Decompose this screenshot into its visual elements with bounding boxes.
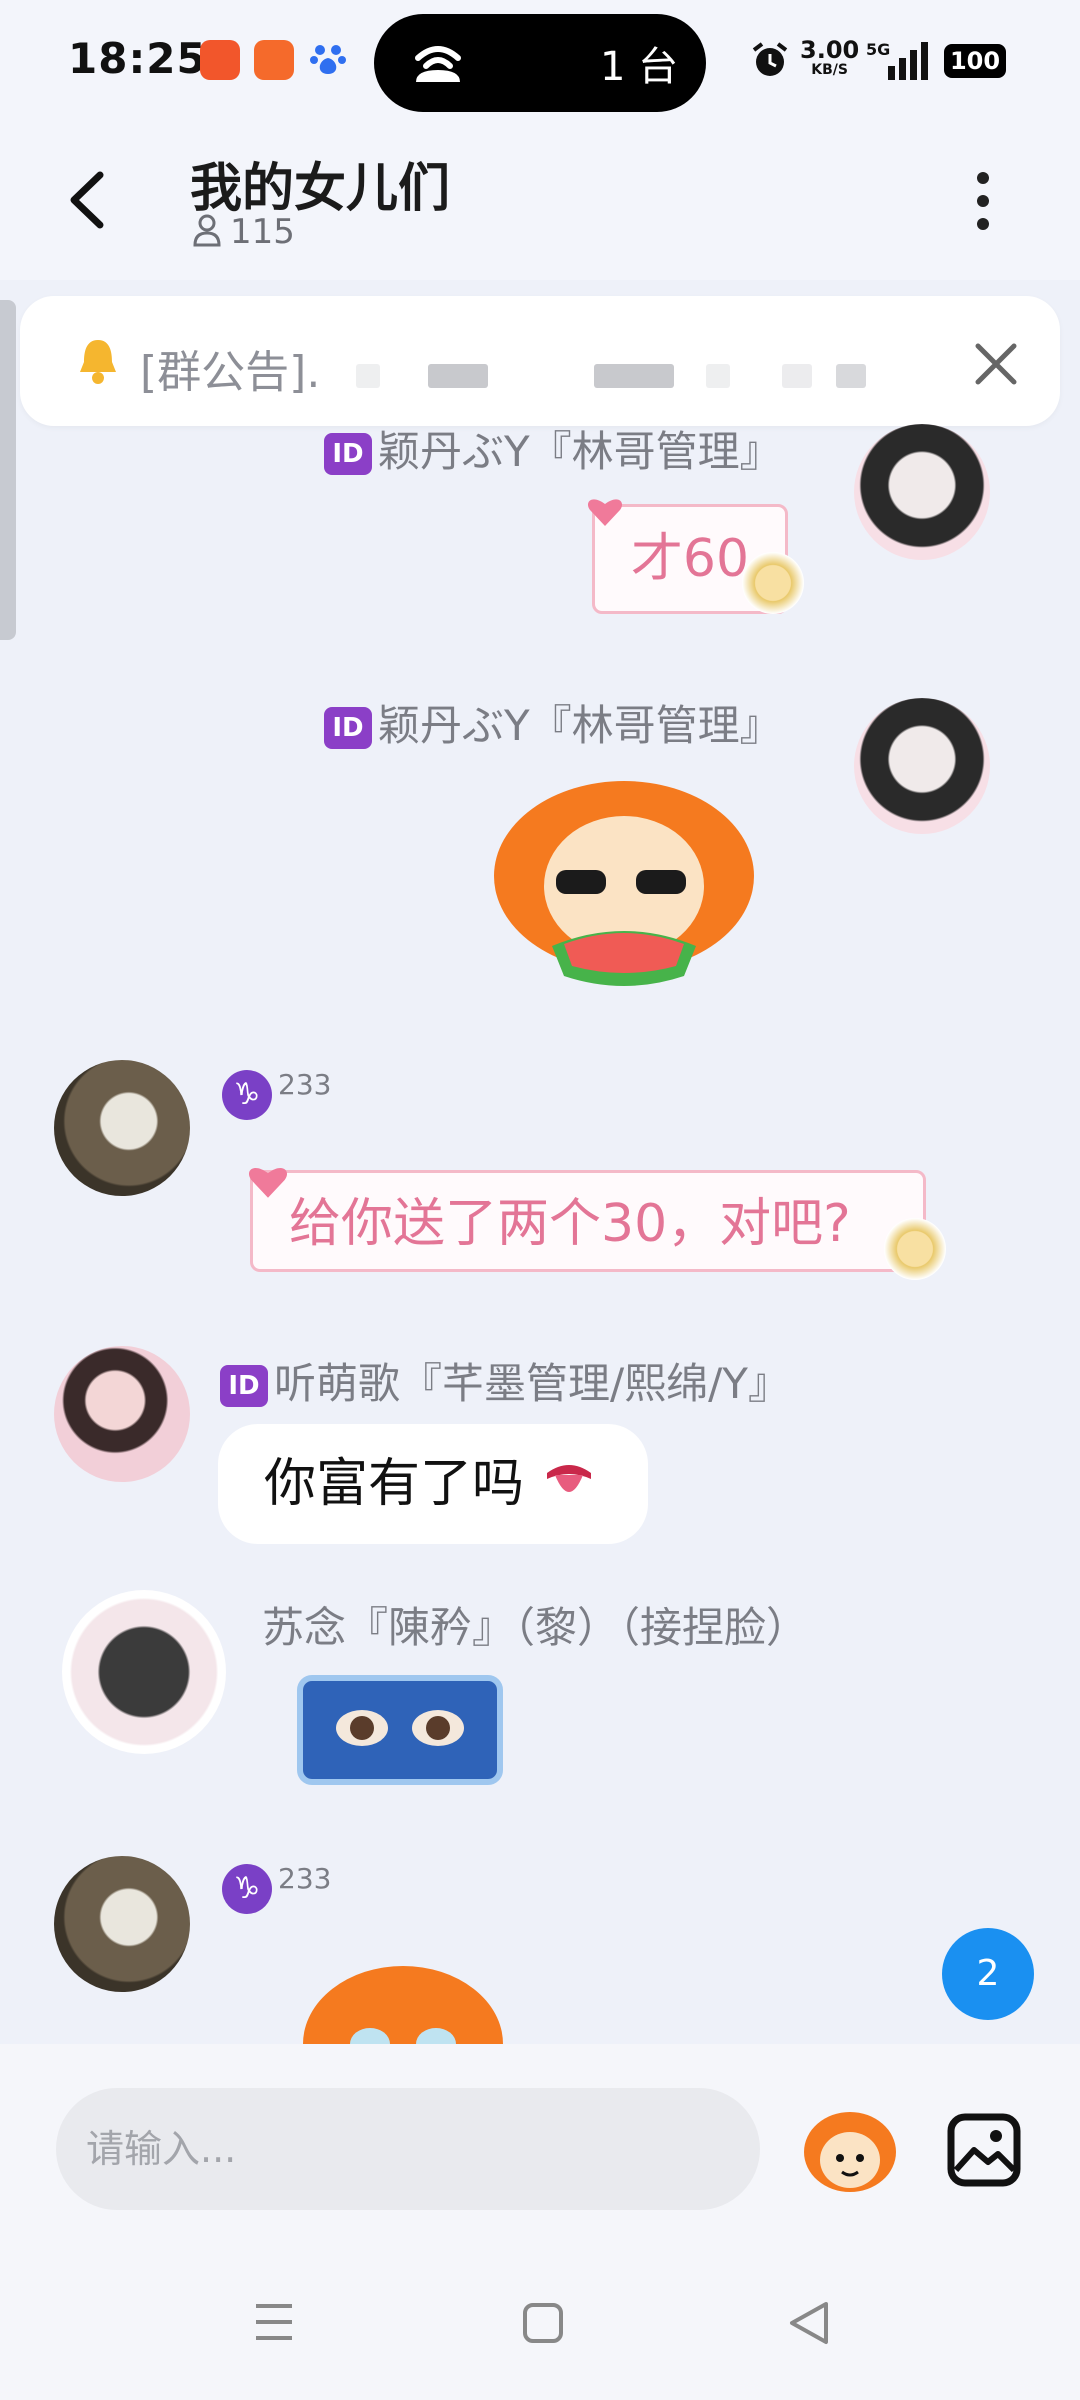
person-icon xyxy=(192,213,222,256)
sender-name[interactable]: ID 听萌歌『芊墨管理/熙绵/Y』 xyxy=(220,1350,790,1411)
tongue-emoji-icon xyxy=(541,1432,597,1552)
user-avatar[interactable] xyxy=(854,424,990,560)
bell-icon xyxy=(76,336,120,386)
chibi-decoration-icon xyxy=(742,552,804,614)
announcement-text: [群公告]. xyxy=(140,347,321,398)
image-button[interactable] xyxy=(946,2112,1022,2188)
signal-icon xyxy=(884,42,934,80)
sender-name[interactable]: ID 颖丹ぶY『林哥管理』 xyxy=(324,418,782,479)
id-badge-icon: ID xyxy=(220,1365,268,1407)
watermelon-sticker[interactable] xyxy=(484,766,764,1006)
menu-nav-icon[interactable] xyxy=(252,2300,296,2344)
battery-indicator: 100 xyxy=(944,44,1006,78)
message-text: 才60 xyxy=(630,529,750,589)
redacted-text xyxy=(428,364,488,388)
user-avatar[interactable] xyxy=(62,1590,226,1754)
sender-name[interactable]: 苏念『陳矜』（黎）（接捏脸） xyxy=(262,1594,808,1655)
sticker-button[interactable] xyxy=(800,2106,900,2198)
group-title: 我的女儿们 xyxy=(190,159,451,219)
sender-name-text: 颖丹ぶY『林哥管理』 xyxy=(378,427,782,476)
back-nav-icon[interactable] xyxy=(786,2300,832,2346)
id-badge-icon: ID xyxy=(324,707,372,749)
user-avatar[interactable] xyxy=(854,698,990,834)
sender-name-text: 颖丹ぶY『林哥管理』 xyxy=(378,701,782,750)
message-text: 给你送了两个30，对吧? xyxy=(289,1194,851,1254)
eyes-sticker[interactable] xyxy=(290,1670,510,1790)
more-options-button[interactable] xyxy=(968,166,998,236)
user-avatar[interactable] xyxy=(54,1060,190,1196)
zodiac-badge-icon: ♑ xyxy=(222,1070,272,1120)
sender-name[interactable]: 233 xyxy=(278,1862,331,1895)
redacted-text xyxy=(356,364,380,388)
user-avatar[interactable] xyxy=(54,1346,190,1482)
alarm-icon xyxy=(750,40,790,80)
user-avatar[interactable] xyxy=(54,1856,190,1992)
app-notification-icon xyxy=(254,40,294,80)
hotspot-icon xyxy=(410,40,466,86)
heart-decoration-icon xyxy=(586,494,624,528)
message-bubble[interactable]: 给你送了两个30，对吧? xyxy=(250,1170,926,1272)
chat-header xyxy=(0,120,1080,280)
baidu-icon xyxy=(308,40,348,80)
zodiac-badge-icon: ♑ xyxy=(222,1864,272,1914)
network-speed: 3.00 KB/S xyxy=(800,36,860,78)
app-notification-icon xyxy=(200,40,240,80)
orange-sticker[interactable] xyxy=(300,1964,506,2044)
redacted-text xyxy=(782,364,812,388)
member-count[interactable]: 115 xyxy=(192,212,295,256)
sender-name-text: 听萌歌『芊墨管理/熙绵/Y』 xyxy=(274,1359,790,1408)
home-nav-icon[interactable] xyxy=(522,2302,564,2344)
back-button[interactable] xyxy=(60,165,120,235)
message-input[interactable] xyxy=(56,2088,760,2210)
redacted-text xyxy=(706,364,730,388)
redacted-text xyxy=(836,364,866,388)
message-text: 你富有了吗 xyxy=(264,1454,525,1514)
scrollbar-handle[interactable] xyxy=(0,300,16,640)
id-badge-icon: ID xyxy=(324,433,372,475)
member-count-value: 115 xyxy=(230,212,295,252)
redacted-text xyxy=(594,364,674,388)
new-messages-badge[interactable]: 2 xyxy=(942,1928,1034,2020)
heart-decoration-icon xyxy=(246,1162,290,1200)
chibi-decoration-icon xyxy=(884,1218,946,1280)
status-time: 18:25 xyxy=(68,34,207,83)
sender-name[interactable]: ID 颖丹ぶY『林哥管理』 xyxy=(324,692,782,753)
sender-name[interactable]: 233 xyxy=(278,1068,331,1101)
hotspot-count: 1 台 xyxy=(600,44,679,90)
message-bubble[interactable]: 你富有了吗 xyxy=(218,1424,648,1544)
close-announcement-button[interactable] xyxy=(968,336,1024,392)
